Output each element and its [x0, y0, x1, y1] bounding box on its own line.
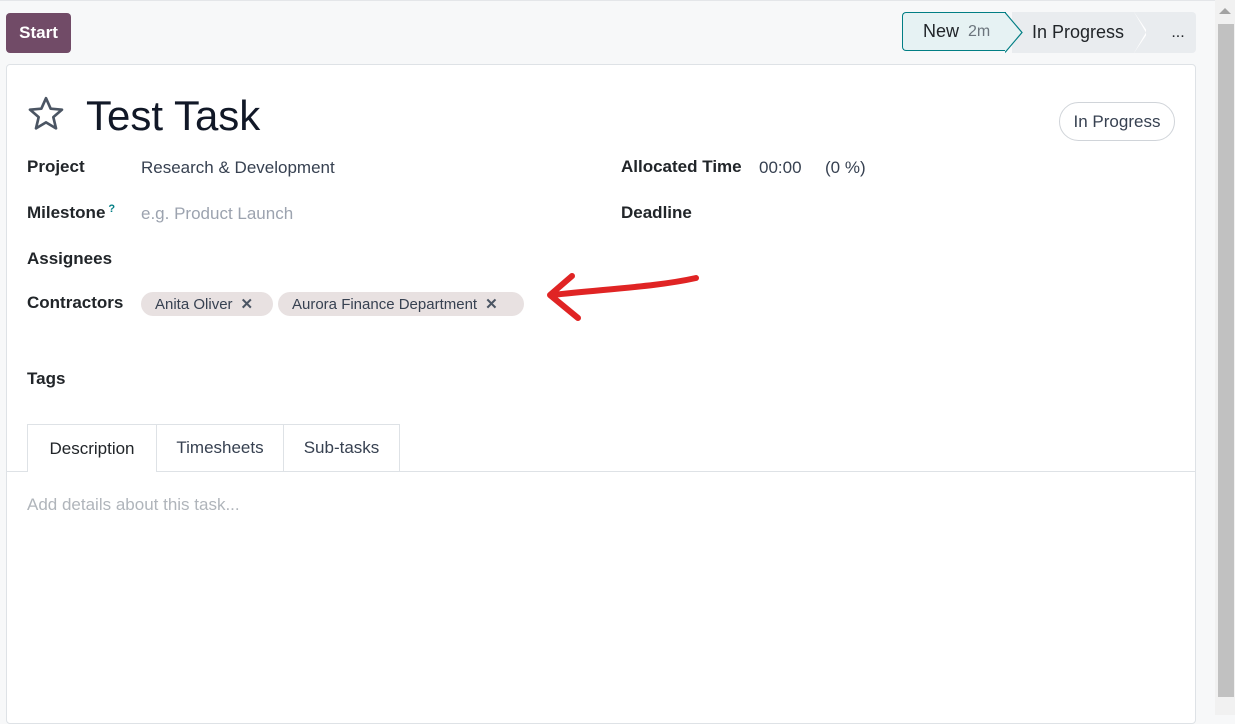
task-state-button[interactable]: In Progress [1059, 102, 1175, 141]
close-icon[interactable]: ✕ [485, 295, 498, 313]
more-label: ... [1171, 23, 1185, 41]
tab-timesheets[interactable]: Timesheets [156, 424, 284, 471]
milestone-field[interactable]: e.g. Product Launch [141, 204, 293, 224]
tab-description[interactable]: Description [27, 424, 157, 472]
stage-duration: 2m [968, 22, 991, 40]
allocated-time-field[interactable]: 00:00 [759, 158, 802, 178]
stage-new[interactable]: New 2m [902, 12, 1006, 51]
start-button[interactable]: Start [6, 13, 71, 53]
contractor-tag: Aurora Finance Department ✕ [278, 292, 524, 316]
allocated-time-label: Allocated Time [621, 157, 742, 176]
stage-label: In Progress [1032, 22, 1125, 42]
tags-label: Tags [27, 369, 66, 388]
tabs-divider [6, 471, 1196, 472]
help-tooltip-icon[interactable]: ? [108, 203, 115, 215]
scroll-up-icon[interactable] [1219, 8, 1231, 14]
deadline-label: Deadline [621, 203, 692, 222]
top-border [0, 0, 1215, 1]
stage-arrow-icon [1005, 12, 1023, 53]
contractor-name: Anita Oliver [155, 295, 233, 313]
description-editor[interactable]: Add details about this task... [27, 495, 240, 515]
stage-more-button[interactable]: ... [1146, 12, 1196, 53]
assignees-label: Assignees [27, 249, 113, 268]
milestone-label-text: Milestone [27, 203, 106, 222]
tab-sub-tasks[interactable]: Sub-tasks [283, 424, 400, 471]
contractor-tag: Anita Oliver ✕ [141, 292, 273, 316]
allocated-time-percent: (0 %) [825, 158, 866, 177]
tab-label: Description [49, 438, 135, 458]
stage-label: New [923, 21, 960, 41]
task-title[interactable]: Test Task [86, 92, 260, 140]
project-label: Project [27, 157, 85, 176]
stage-statusbar: In Progress ... New 2m [902, 12, 1196, 53]
milestone-label: Milestone? [27, 203, 115, 223]
close-icon[interactable]: ✕ [241, 295, 254, 313]
tab-label: Sub-tasks [303, 438, 380, 457]
tab-label: Timesheets [176, 438, 264, 457]
contractor-name: Aurora Finance Department [292, 295, 478, 313]
stage-in-progress[interactable]: In Progress [1012, 12, 1146, 53]
red-arrow-annotation [547, 273, 699, 321]
star-outline-icon[interactable] [26, 94, 66, 134]
scrollbar-thumb[interactable] [1218, 24, 1234, 697]
contractors-label: Contractors [27, 293, 124, 312]
project-field[interactable]: Research & Development [141, 158, 335, 178]
